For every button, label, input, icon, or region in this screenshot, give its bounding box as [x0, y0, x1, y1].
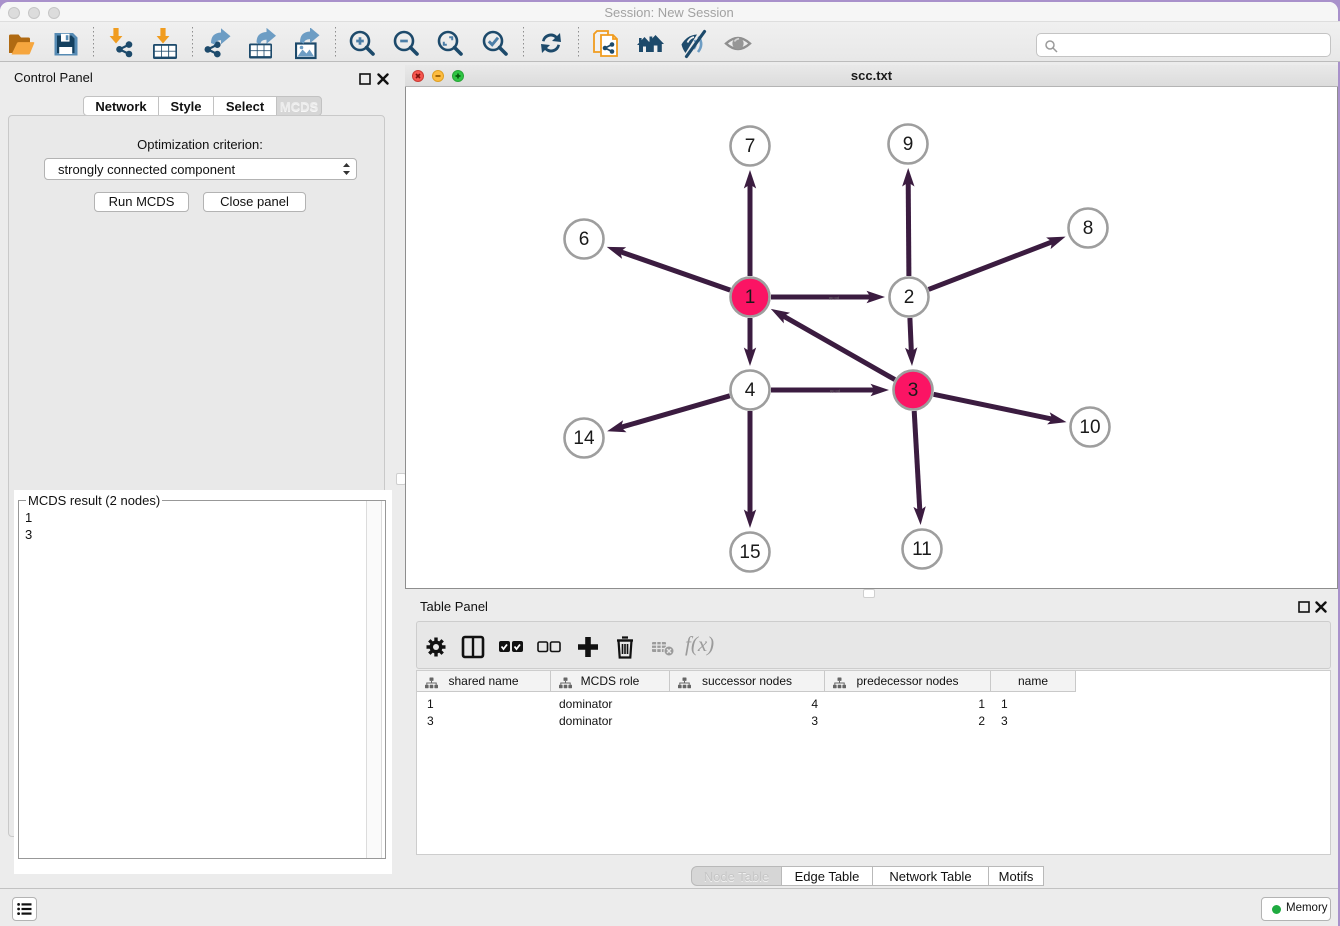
svg-text:14: 14 [573, 428, 595, 449]
svg-text:6: 6 [579, 229, 590, 250]
svg-text:7: 7 [745, 136, 756, 157]
svg-text:3: 3 [908, 380, 919, 401]
svg-text:4: 4 [745, 380, 756, 401]
svg-text:9: 9 [903, 134, 914, 155]
svg-text:11: 11 [912, 539, 932, 560]
svg-text:2: 2 [904, 287, 915, 308]
svg-text:pp pd: pp pd [830, 388, 840, 393]
svg-text:1: 1 [745, 287, 756, 308]
svg-text:8: 8 [1083, 218, 1094, 239]
svg-text:15: 15 [739, 542, 760, 563]
svg-text:10: 10 [1079, 417, 1100, 438]
svg-text:pp pd: pp pd [829, 295, 839, 300]
